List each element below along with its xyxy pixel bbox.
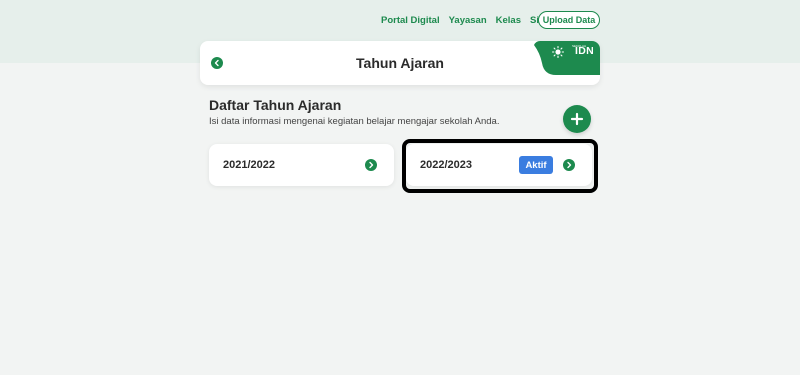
page-header: Tahun Ajaran bbox=[200, 41, 600, 85]
section-title: Daftar Tahun Ajaran bbox=[209, 97, 342, 113]
year-card-2022-2023[interactable]: 2022/2023 Aktif bbox=[406, 144, 592, 186]
plus-icon bbox=[570, 112, 584, 126]
chevron-right-icon[interactable] bbox=[563, 159, 575, 171]
year-label: 2021/2022 bbox=[223, 159, 275, 171]
year-label: 2022/2023 bbox=[420, 159, 472, 171]
chevron-left-icon bbox=[214, 59, 219, 67]
chevron-right-icon[interactable] bbox=[365, 159, 377, 171]
nav-link-yayasan[interactable]: Yayasan bbox=[449, 15, 487, 26]
brand-logo-text: IDN bbox=[575, 45, 594, 57]
nav-link-kelas[interactable]: Kelas bbox=[496, 15, 521, 26]
upload-data-button[interactable]: Upload Data bbox=[538, 11, 600, 29]
nav-link-portal-digital[interactable]: Portal Digital bbox=[381, 15, 440, 26]
year-card-2021-2022[interactable]: 2021/2022 bbox=[209, 144, 394, 186]
active-status-badge: Aktif bbox=[519, 156, 553, 174]
section-description: Isi data informasi mengenai kegiatan bel… bbox=[209, 116, 500, 127]
back-button[interactable] bbox=[211, 57, 223, 69]
add-year-button[interactable] bbox=[563, 105, 591, 133]
